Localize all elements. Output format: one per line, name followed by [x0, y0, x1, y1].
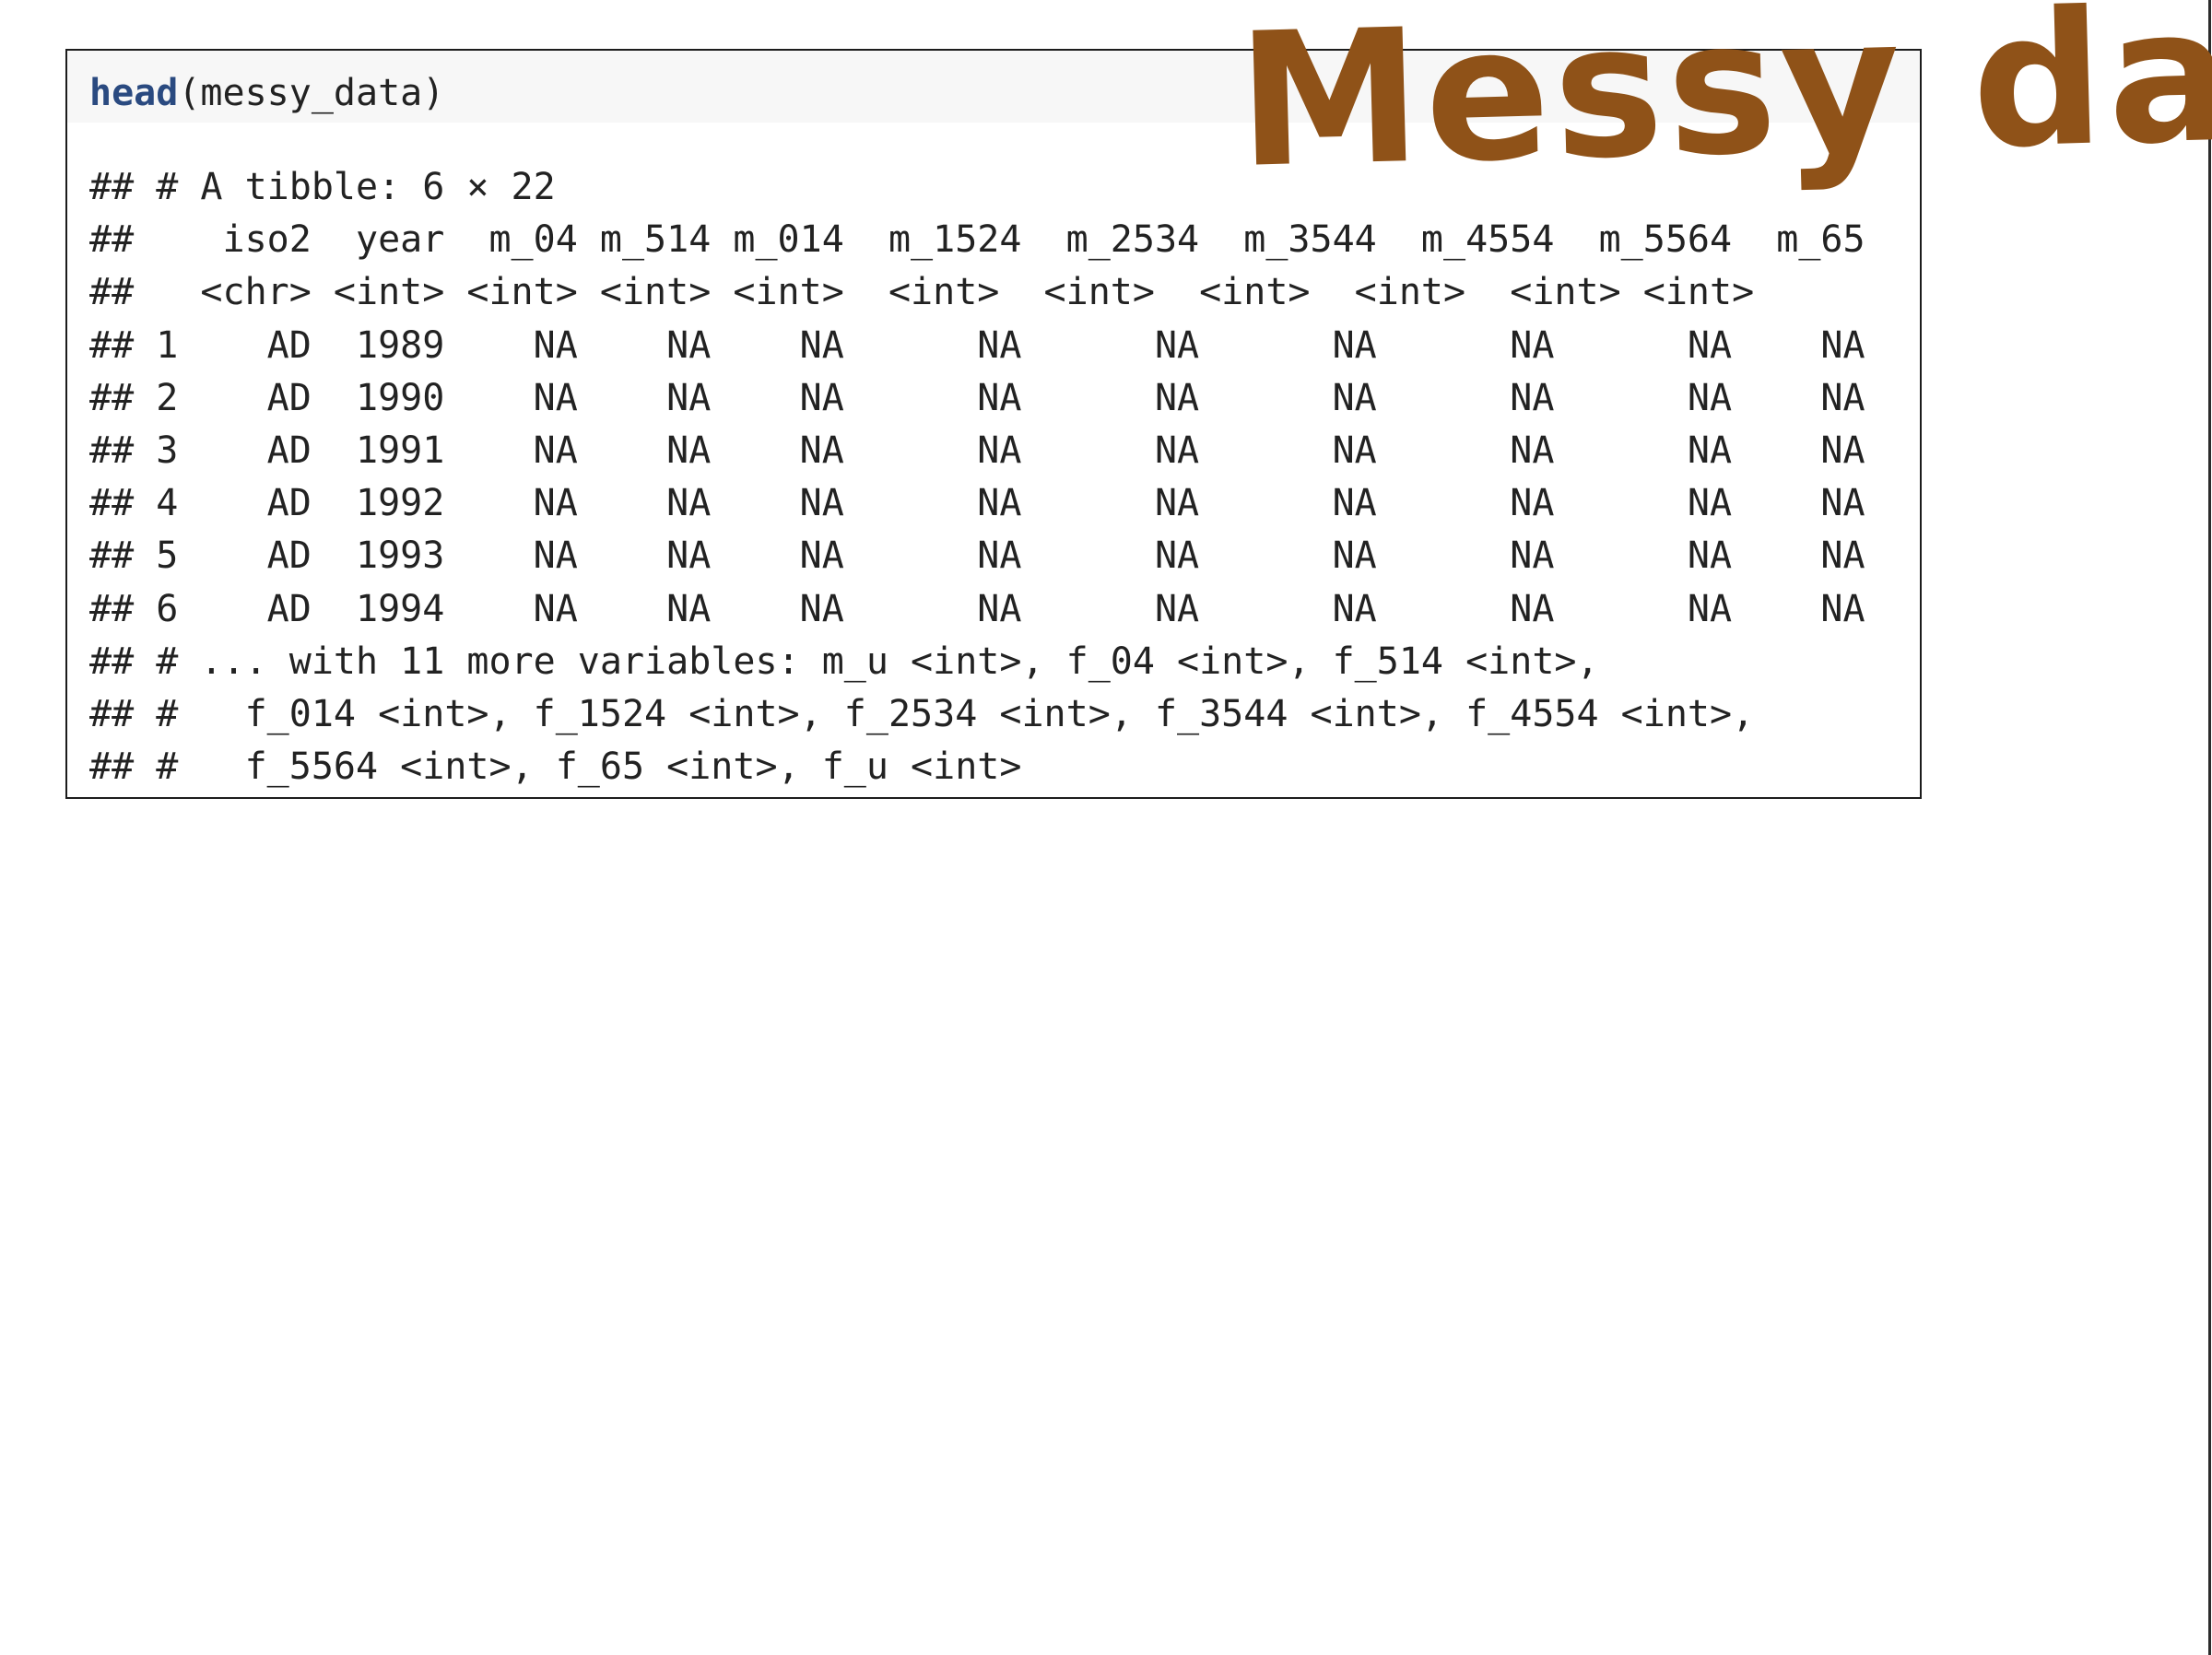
output-footer-line: ## # f_014 <int>, f_1524 <int>, f_2534 <…	[89, 692, 1755, 735]
output-row: ## 5 AD 1993 NA NA NA NA NA NA NA NA NA	[89, 534, 1865, 578]
function-arguments: (messy_data)	[178, 72, 445, 114]
output-row: ## 4 AD 1992 NA NA NA NA NA NA NA NA NA	[89, 482, 1865, 525]
output-footer-line: ## # ... with 11 more variables: m_u <in…	[89, 640, 1599, 683]
output-footer-line: ## # f_5564 <int>, f_65 <int>, f_u <int>	[89, 745, 1022, 789]
output-row: ## 3 AD 1991 NA NA NA NA NA NA NA NA NA	[89, 428, 1865, 472]
output-row: ## 1 AD 1989 NA NA NA NA NA NA NA NA NA	[89, 323, 1865, 367]
output-column-names: ## iso2 year m_04 m_514 m_014 m_1524 m_2…	[89, 218, 1865, 262]
slide-edge-rule	[2208, 0, 2211, 1655]
output-column-types: ## <chr> <int> <int> <int> <int> <int> <…	[89, 271, 1755, 314]
output-row: ## 6 AD 1994 NA NA NA NA NA NA NA NA NA	[89, 587, 1865, 630]
code-line: head(messy_data)	[89, 67, 444, 120]
slide-title: Messy data	[1234, 0, 2212, 209]
output-row: ## 2 AD 1990 NA NA NA NA NA NA NA NA NA	[89, 376, 1865, 419]
slide: { "slide": { "title": "Messy data", "acc…	[0, 0, 2212, 1655]
console-output: ## # A tibble: 6 × 22 ## iso2 year m_04 m…	[89, 161, 1865, 793]
function-name: head	[89, 72, 179, 114]
